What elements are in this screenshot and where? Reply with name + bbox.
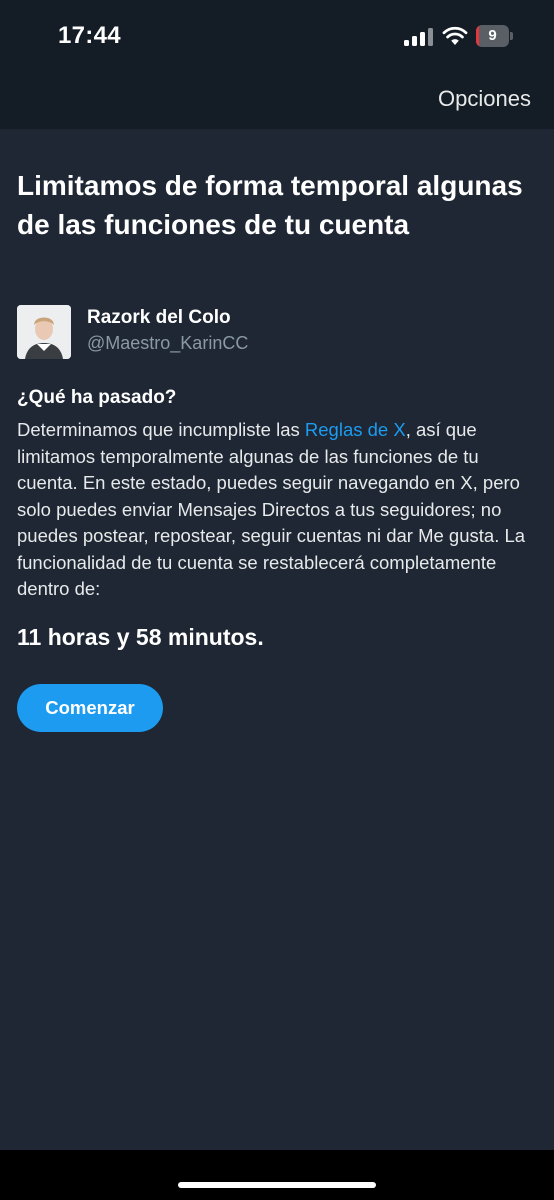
remaining-time: 11 horas y 58 minutos. <box>17 624 264 650</box>
page-title: Limitamos de forma temporal algunas de l… <box>17 170 523 240</box>
wifi-icon <box>442 26 468 45</box>
signal-icon <box>404 28 434 46</box>
bottom-bar <box>0 1150 554 1200</box>
explanation-text: Determinamos que incumpliste las Reglas … <box>17 417 537 603</box>
avatar <box>17 305 71 359</box>
user-handle: @Maestro_KarinCC <box>87 333 249 353</box>
top-bar: 17:44 9 Opciones <box>0 0 554 129</box>
battery-level: 9 <box>488 27 497 44</box>
battery-icon: 9 <box>476 25 514 47</box>
username: Razork del Colo <box>87 307 231 328</box>
explanation-text-start: Determinamos que incumpliste las <box>17 419 305 440</box>
explanation-text-end: , así que limitamos temporalmente alguna… <box>17 419 526 599</box>
options-button[interactable]: Opciones <box>438 86 531 112</box>
rules-link[interactable]: Reglas de X <box>305 419 406 440</box>
start-button[interactable]: Comenzar <box>17 684 163 732</box>
section-heading: ¿Qué ha pasado? <box>17 387 177 408</box>
status-time: 17:44 <box>58 22 121 49</box>
home-indicator[interactable] <box>178 1182 376 1188</box>
